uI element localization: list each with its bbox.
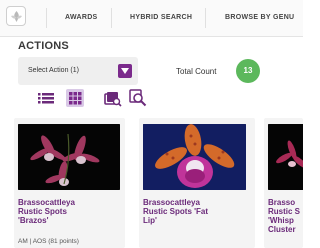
total-count-label: Total Count (176, 67, 217, 76)
orchid-card[interactable]: Brassocattleya Rustic Spots 'Fat Lip' (139, 118, 255, 248)
select-action-dropdown[interactable]: Select Action (1) (18, 57, 138, 85)
card-title-line: Rustic Spots 'Fat (143, 207, 209, 216)
nav-divider (111, 8, 112, 28)
orchid-card-title[interactable]: Brassocattleya Rustic Spots 'Fat Lip' (143, 198, 208, 225)
nav-browse-by-genus-link[interactable]: BROWSE BY GENU (225, 14, 294, 21)
orchid-card[interactable]: Brassocattleya Rustic Spots 'Brazos' AM … (14, 118, 125, 248)
list-view-icon[interactable] (37, 89, 55, 107)
orchid-photo[interactable] (143, 124, 246, 190)
nav-divider (46, 8, 47, 28)
orchid-photo[interactable] (18, 124, 120, 190)
nav-awards-link[interactable]: AWARDS (65, 14, 98, 21)
logo-icon[interactable] (6, 6, 26, 26)
card-title-line: Cluster (268, 225, 296, 234)
card-title-line: Rustic Spots (18, 207, 67, 216)
actions-heading: ACTIONS (18, 40, 69, 52)
orchid-card-title[interactable]: Brasso Rustic S 'Whisp Cluster (268, 198, 300, 234)
orchid-card[interactable]: Brasso Rustic S 'Whisp Cluster (264, 118, 303, 248)
card-title-line: Lip' (143, 216, 157, 225)
total-count-badge: 13 (236, 59, 260, 83)
zoom-search-icon[interactable] (129, 89, 147, 107)
card-title-line: 'Brazos' (18, 216, 49, 225)
nav-divider (205, 8, 206, 28)
chevron-down-icon[interactable] (118, 64, 132, 78)
card-title-line: Brassocattleya (18, 198, 75, 207)
nav-hybrid-search-link[interactable]: HYBRID SEARCH (130, 14, 192, 21)
top-nav-bar: AWARDS HYBRID SEARCH BROWSE BY GENU (0, 0, 303, 37)
card-title-line: Rustic S (268, 207, 301, 216)
image-search-icon[interactable] (104, 89, 122, 107)
award-info: AM | AOS (81 points) (18, 238, 79, 245)
grid-view-icon[interactable] (66, 89, 84, 107)
card-title-line: 'Whisp (268, 216, 294, 225)
card-title-line: Brassocattleya (143, 198, 200, 207)
orchid-photo[interactable] (268, 124, 303, 190)
orchid-card-title[interactable]: Brassocattleya Rustic Spots 'Brazos' (18, 198, 75, 225)
select-action-label: Select Action (1) (28, 67, 79, 74)
card-title-line: Brasso (268, 198, 296, 207)
